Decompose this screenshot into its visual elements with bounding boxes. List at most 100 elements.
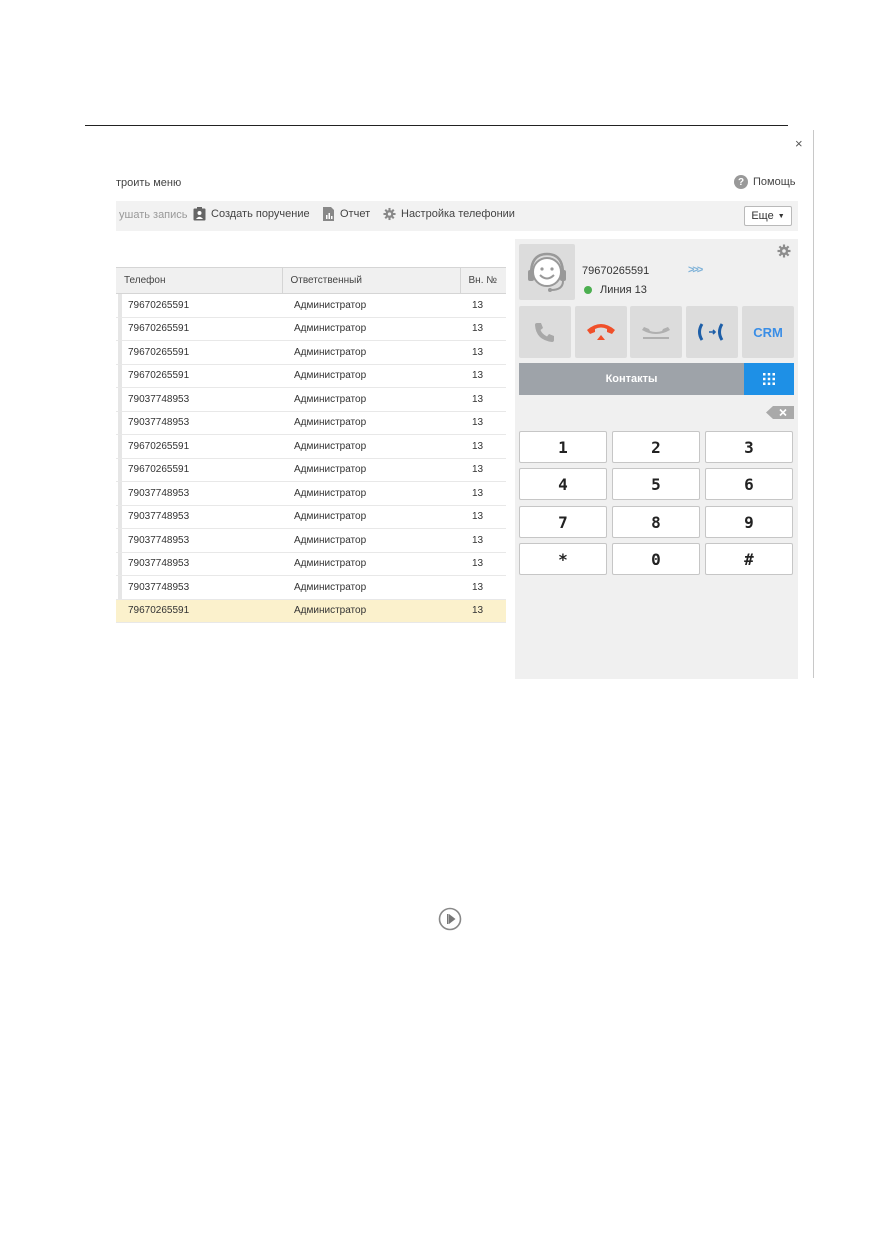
cell-phone: 79670265591 [116, 434, 282, 459]
cell-extension: 13 [460, 340, 506, 365]
dialpad-key[interactable]: # [705, 543, 793, 575]
answer-call-button[interactable] [519, 306, 571, 358]
cell-extension: 13 [460, 575, 506, 600]
cell-phone: 79670265591 [116, 340, 282, 365]
column-header-phone[interactable]: Телефон [116, 267, 282, 294]
cell-responsible: Администратор [282, 387, 460, 412]
cell-phone: 79037748953 [116, 411, 282, 435]
dialpad-key[interactable]: 4 [519, 468, 607, 500]
cell-extension: 13 [460, 528, 506, 553]
hold-button[interactable] [630, 306, 682, 358]
cell-responsible: Администратор [282, 340, 460, 365]
cell-responsible: Администратор [282, 528, 460, 553]
table-row[interactable]: 79670265591 Администратор 13 [116, 340, 506, 365]
cell-extension: 13 [460, 364, 506, 388]
cell-phone: 79037748953 [116, 481, 282, 506]
cell-extension: 13 [460, 411, 506, 435]
column-header-extension[interactable]: Вн. № [459, 267, 506, 294]
chevron-down-icon: ▼ [777, 212, 785, 220]
cell-phone: 79670265591 [116, 364, 282, 388]
table-row[interactable]: 79037748953 Администратор 13 [116, 481, 506, 506]
calls-table: Телефон Ответственный Вн. № 79670265591 А… [116, 267, 506, 623]
table-row[interactable]: 79670265591 Администратор 13 [116, 293, 506, 318]
dialpad-key[interactable]: 6 [705, 468, 793, 500]
telephony-settings-button[interactable]: Настройка телефонии [383, 207, 515, 221]
table-row[interactable]: 79037748953 Администратор 13 [116, 575, 506, 600]
table-row[interactable]: 79670265591 Администратор 13 [116, 599, 506, 623]
cell-responsible: Администратор [282, 364, 460, 388]
setup-menu-link[interactable]: троить меню [116, 177, 181, 189]
hangup-button[interactable] [575, 306, 627, 358]
backspace-icon[interactable] [766, 406, 794, 419]
cell-extension: 13 [460, 387, 506, 412]
dialpad-key[interactable]: * [519, 543, 607, 575]
cell-responsible: Администратор [282, 434, 460, 459]
dialpad-key[interactable]: 2 [612, 431, 700, 463]
create-task-button[interactable]: Создать поручение [193, 207, 310, 221]
table-row[interactable]: 79037748953 Администратор 13 [116, 505, 506, 529]
dialpad-key[interactable]: 7 [519, 506, 607, 538]
forward-arrows-icon[interactable]: >>> [688, 264, 703, 276]
gear-icon [383, 207, 396, 221]
line-status: Линия 13 [584, 284, 647, 296]
cell-responsible: Администратор [282, 552, 460, 576]
table-row[interactable]: 79037748953 Администратор 13 [116, 528, 506, 553]
cell-responsible: Администратор [282, 599, 460, 623]
dialpad-toggle-button[interactable] [744, 363, 794, 395]
cell-extension: 13 [460, 505, 506, 529]
table-row[interactable]: 79037748953 Администратор 13 [116, 387, 506, 412]
top-divider [85, 125, 788, 126]
crm-label: CRM [753, 324, 783, 340]
table-row[interactable]: 79670265591 Администратор 13 [116, 364, 506, 388]
cell-extension: 13 [460, 434, 506, 459]
cell-extension: 13 [460, 317, 506, 341]
line-label: Линия 13 [600, 284, 647, 296]
listen-recording-label: ушать запись [119, 209, 188, 221]
dialpad-grid-icon [763, 373, 775, 385]
cell-extension: 13 [460, 481, 506, 506]
play-icon[interactable] [438, 907, 462, 931]
table-row[interactable]: 79670265591 Администратор 13 [116, 317, 506, 341]
hangup-handset-icon [587, 324, 615, 340]
cell-phone: 79670265591 [116, 317, 282, 341]
listen-recording-button[interactable]: ушать запись [119, 209, 188, 221]
close-button[interactable]: × [795, 136, 803, 151]
table-row[interactable]: 79670265591 Администратор 13 [116, 434, 506, 459]
cell-phone: 79670265591 [116, 293, 282, 318]
dialpad-key[interactable]: 9 [705, 506, 793, 538]
telephony-settings-label: Настройка телефонии [401, 208, 515, 220]
help-link[interactable]: ? Помощь [734, 175, 796, 189]
dialpad-key[interactable]: 3 [705, 431, 793, 463]
cell-extension: 13 [460, 293, 506, 318]
column-header-responsible[interactable]: Ответственный [281, 267, 460, 294]
more-dropdown[interactable]: Еще ▼ [744, 206, 792, 226]
phone-settings-gear-icon[interactable] [777, 244, 791, 258]
report-button[interactable]: Отчет [322, 207, 370, 221]
dialpad-key[interactable]: 1 [519, 431, 607, 463]
report-chart-icon [323, 207, 334, 221]
cell-responsible: Администратор [282, 293, 460, 318]
create-task-label: Создать поручение [211, 208, 310, 220]
cell-phone: 79670265591 [116, 458, 282, 482]
table-row[interactable]: 79670265591 Администратор 13 [116, 458, 506, 482]
handset-down-icon [642, 327, 670, 339]
transfer-button[interactable] [686, 306, 738, 358]
cell-responsible: Администратор [282, 481, 460, 506]
table-row[interactable]: 79037748953 Администратор 13 [116, 411, 506, 435]
cell-phone: 79037748953 [116, 575, 282, 600]
contacts-label: Контакты [605, 373, 658, 385]
dialpad-key[interactable]: 5 [612, 468, 700, 500]
dialpad-key[interactable]: 0 [612, 543, 700, 575]
contacts-button[interactable]: Контакты [519, 363, 744, 395]
cell-phone: 79670265591 [116, 599, 282, 623]
table-row[interactable]: 79037748953 Администратор 13 [116, 552, 506, 576]
phone-handset-icon [535, 323, 554, 342]
table-header-row: Телефон Ответственный Вн. № [116, 267, 506, 294]
dialpad-key[interactable]: 8 [612, 506, 700, 538]
report-label: Отчет [340, 208, 371, 220]
operator-headset-icon [528, 252, 566, 292]
avatar [519, 244, 575, 300]
cell-responsible: Администратор [282, 411, 460, 435]
crm-button[interactable]: CRM [742, 306, 794, 358]
cell-responsible: Администратор [282, 575, 460, 600]
